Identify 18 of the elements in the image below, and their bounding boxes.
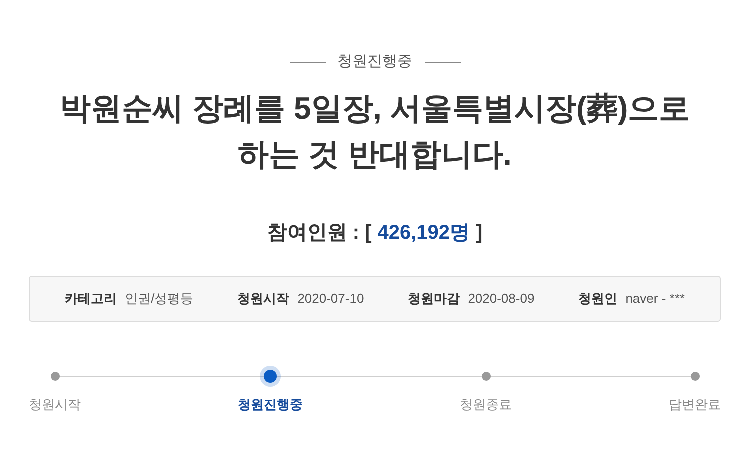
info-label: 청원마감 bbox=[408, 290, 460, 308]
status-label: 청원진행중 bbox=[338, 52, 412, 72]
participant-count: 426,192명 bbox=[378, 221, 470, 246]
info-value: naver - *** bbox=[626, 290, 685, 308]
info-value: 2020-07-10 bbox=[298, 290, 364, 308]
step-label: 청원진행중 bbox=[238, 396, 303, 414]
bracket-text: ] bbox=[476, 221, 483, 246]
info-label: 청원시작 bbox=[238, 290, 290, 308]
petition-title: 박원순씨 장례를 5일장, 서울특별시장(葬)으로 bbox=[60, 90, 690, 128]
step-label: 답변완료 bbox=[669, 396, 721, 414]
info-value: 2020-08-09 bbox=[468, 290, 535, 308]
petition-title: 하는 것 반대합니다. bbox=[238, 136, 512, 174]
info-label: 카테고리 bbox=[65, 290, 118, 308]
step-label: 청원시작 bbox=[29, 396, 81, 414]
step-label: 청원종료 bbox=[460, 396, 512, 414]
participants-label: 참여인원 : [ bbox=[267, 221, 372, 246]
info-value: 인권/성평등 bbox=[125, 290, 194, 308]
info-label: 청원인 bbox=[578, 290, 618, 308]
